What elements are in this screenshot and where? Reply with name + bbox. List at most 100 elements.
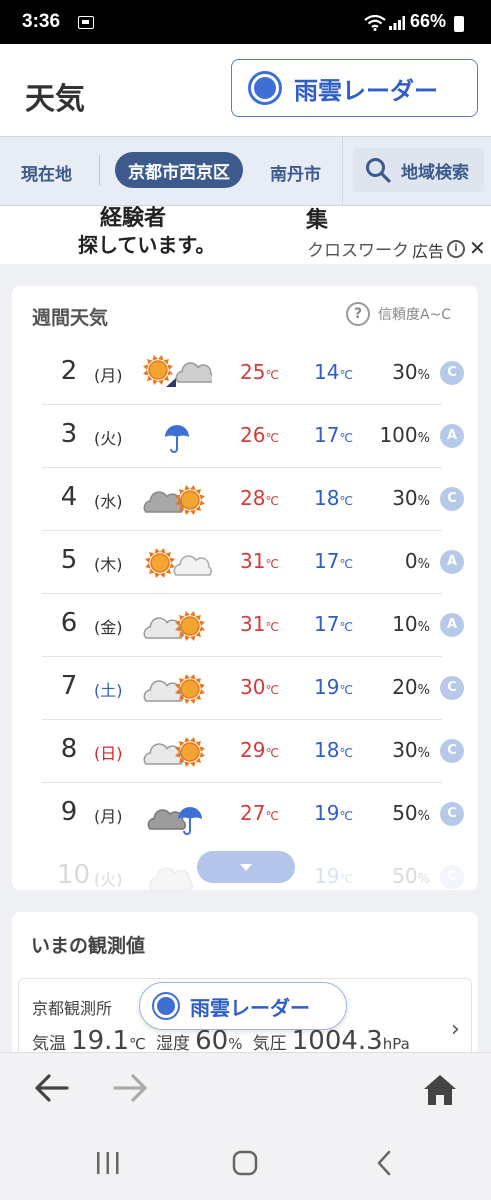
cloudy-sometimes-sunny-icon (142, 665, 212, 711)
show-more-button[interactable] (197, 851, 295, 883)
high-temp: 28℃ (240, 486, 279, 510)
forecast-day: 9 (60, 797, 78, 827)
temp-unit: ℃ (265, 494, 279, 508)
precipitation-value: 20 (392, 675, 418, 699)
ad-close-icon[interactable]: ✕ (469, 236, 486, 260)
observation-title: いまの観測値 (31, 935, 146, 957)
reliability-grade-badge: C (440, 361, 464, 385)
tab-current-location[interactable]: 現在地 (21, 160, 72, 185)
temp-unit: ℃ (339, 368, 353, 382)
cloudy-sometimes-sunny-icon (142, 728, 212, 774)
ad-text: クロスワーク (307, 241, 407, 261)
temp-unit: ℃ (265, 557, 279, 571)
forecast-row: 2 (月) 25℃ 14℃ 30% C (42, 342, 464, 405)
forecast-row: 7 (土) 30℃ 19℃ 20% C (42, 657, 464, 720)
low-temp: 17℃ (314, 612, 353, 636)
advertisement-banner[interactable]: 経験者 探しています。 集 クロスワーク 広告 i ✕ (0, 206, 491, 264)
tab-selected-location[interactable]: 京都市西京区 (115, 152, 243, 188)
percent-unit: % (417, 746, 430, 761)
precipitation-value: 100 (379, 423, 418, 447)
search-icon (366, 158, 391, 183)
low-temp-value: 19 (314, 864, 340, 888)
forward-arrow-icon[interactable] (112, 1071, 148, 1105)
forecast-weekday: (日) (94, 744, 123, 763)
home-icon[interactable] (422, 1073, 458, 1107)
forecast-row: 6 (金) 31℃ 17℃ 10% A (42, 594, 464, 657)
low-temp: 14℃ (314, 360, 353, 384)
low-temp-value: 18 (314, 738, 340, 762)
wifi-icon (364, 15, 386, 31)
pressure-unit: hPa (382, 1035, 410, 1053)
forecast-day: 4 (60, 482, 78, 512)
battery-percent: 66% (410, 11, 447, 31)
percent-unit: % (417, 431, 430, 446)
precipitation-value: 30 (392, 486, 418, 510)
precipitation-chance: 30% (372, 486, 430, 510)
back-nav-icon[interactable] (374, 1150, 394, 1176)
reliability-label: 信頼度A~C (378, 307, 452, 323)
reliability-grade-badge: C (440, 865, 464, 889)
battery-icon (454, 16, 464, 32)
forecast-weekday: (月) (94, 807, 123, 826)
percent-unit: % (417, 683, 430, 698)
tab-location-nantan[interactable]: 南丹市 (270, 160, 321, 185)
home-nav-icon[interactable] (232, 1150, 258, 1176)
temp-unit: ℃ (339, 431, 353, 445)
sunny-sometimes-cloudy-icon (142, 539, 212, 585)
low-temp-value: 19 (314, 675, 340, 699)
forecast-row: 8 (日) 29℃ 18℃ 30% C (42, 720, 464, 783)
reliability-grade-badge: C (440, 676, 464, 700)
signal-icon (389, 16, 405, 30)
percent-unit: % (417, 557, 430, 572)
rain-radar-button[interactable]: 雨雲レーダー (231, 59, 478, 117)
humidity-unit: % (228, 1035, 243, 1053)
low-temp-value: 19 (314, 801, 340, 825)
low-temp: 18℃ (314, 486, 353, 510)
ad-info-icon[interactable]: i (447, 240, 465, 258)
chevron-down-icon (240, 863, 252, 871)
high-temp-value: 30 (240, 675, 266, 699)
high-temp: 31℃ (240, 612, 279, 636)
temp-unit: ℃ (265, 683, 279, 697)
forecast-row: 4 (水) 28℃ 18℃ 30% C (42, 468, 464, 531)
forecast-weekday: (火) (94, 870, 123, 889)
forecast-day: 7 (60, 671, 78, 701)
ad-text: 集 (306, 208, 329, 233)
floating-rain-radar-button[interactable]: 雨雲レーダー (139, 982, 347, 1030)
reliability-help[interactable]: ? 信頼度A~C (346, 302, 451, 326)
floating-rain-radar-label: 雨雲レーダー (190, 995, 310, 1020)
forecast-weekday: (月) (94, 366, 123, 385)
reliability-grade-badge: A (440, 613, 464, 637)
forecast-weekday: (火) (94, 429, 123, 448)
station-name: 京都観測所 (32, 999, 113, 1018)
reliability-grade-badge: C (440, 487, 464, 511)
browser-toolbar (0, 1052, 491, 1130)
precipitation-chance: 100% (372, 423, 430, 447)
area-search-button[interactable]: 地域検索 (342, 137, 491, 205)
recent-apps-icon[interactable] (95, 1150, 121, 1176)
percent-unit: % (417, 809, 430, 824)
precipitation-chance: 10% (372, 612, 430, 636)
forecast-day: 2 (60, 356, 78, 386)
percent-unit: % (417, 494, 430, 509)
precipitation-chance: 20% (372, 675, 430, 699)
temp-unit: ℃ (265, 431, 279, 445)
ad-label: 広告 (410, 238, 447, 262)
precipitation-chance: 30% (372, 360, 430, 384)
forecast-row: 9 (月) 27℃ 19℃ 50% C (42, 783, 464, 846)
high-temp-value: 31 (240, 549, 266, 573)
cloudy-sometimes-rain-icon (142, 791, 212, 837)
high-temp-value: 28 (240, 486, 266, 510)
system-navigation-bar (0, 1130, 491, 1200)
back-arrow-icon[interactable] (34, 1071, 70, 1105)
divider (99, 155, 100, 185)
precipitation-chance: 0% (372, 549, 430, 573)
low-temp-value: 17 (314, 612, 340, 636)
forecast-day: 3 (60, 419, 78, 449)
percent-unit: % (417, 620, 430, 635)
precipitation-chance: 50% (372, 801, 430, 825)
reliability-grade-badge: C (440, 802, 464, 826)
forecast-row: 3 (火) 26℃ 17℃ 100% A (42, 405, 464, 468)
weekly-forecast-card: 週間天気 ? 信頼度A~C 2 (月) 25℃ 14℃ 30% C 3 (火) 26℃ 17℃ 1… (12, 286, 478, 890)
humidity-label: 湿度 (156, 1034, 191, 1054)
